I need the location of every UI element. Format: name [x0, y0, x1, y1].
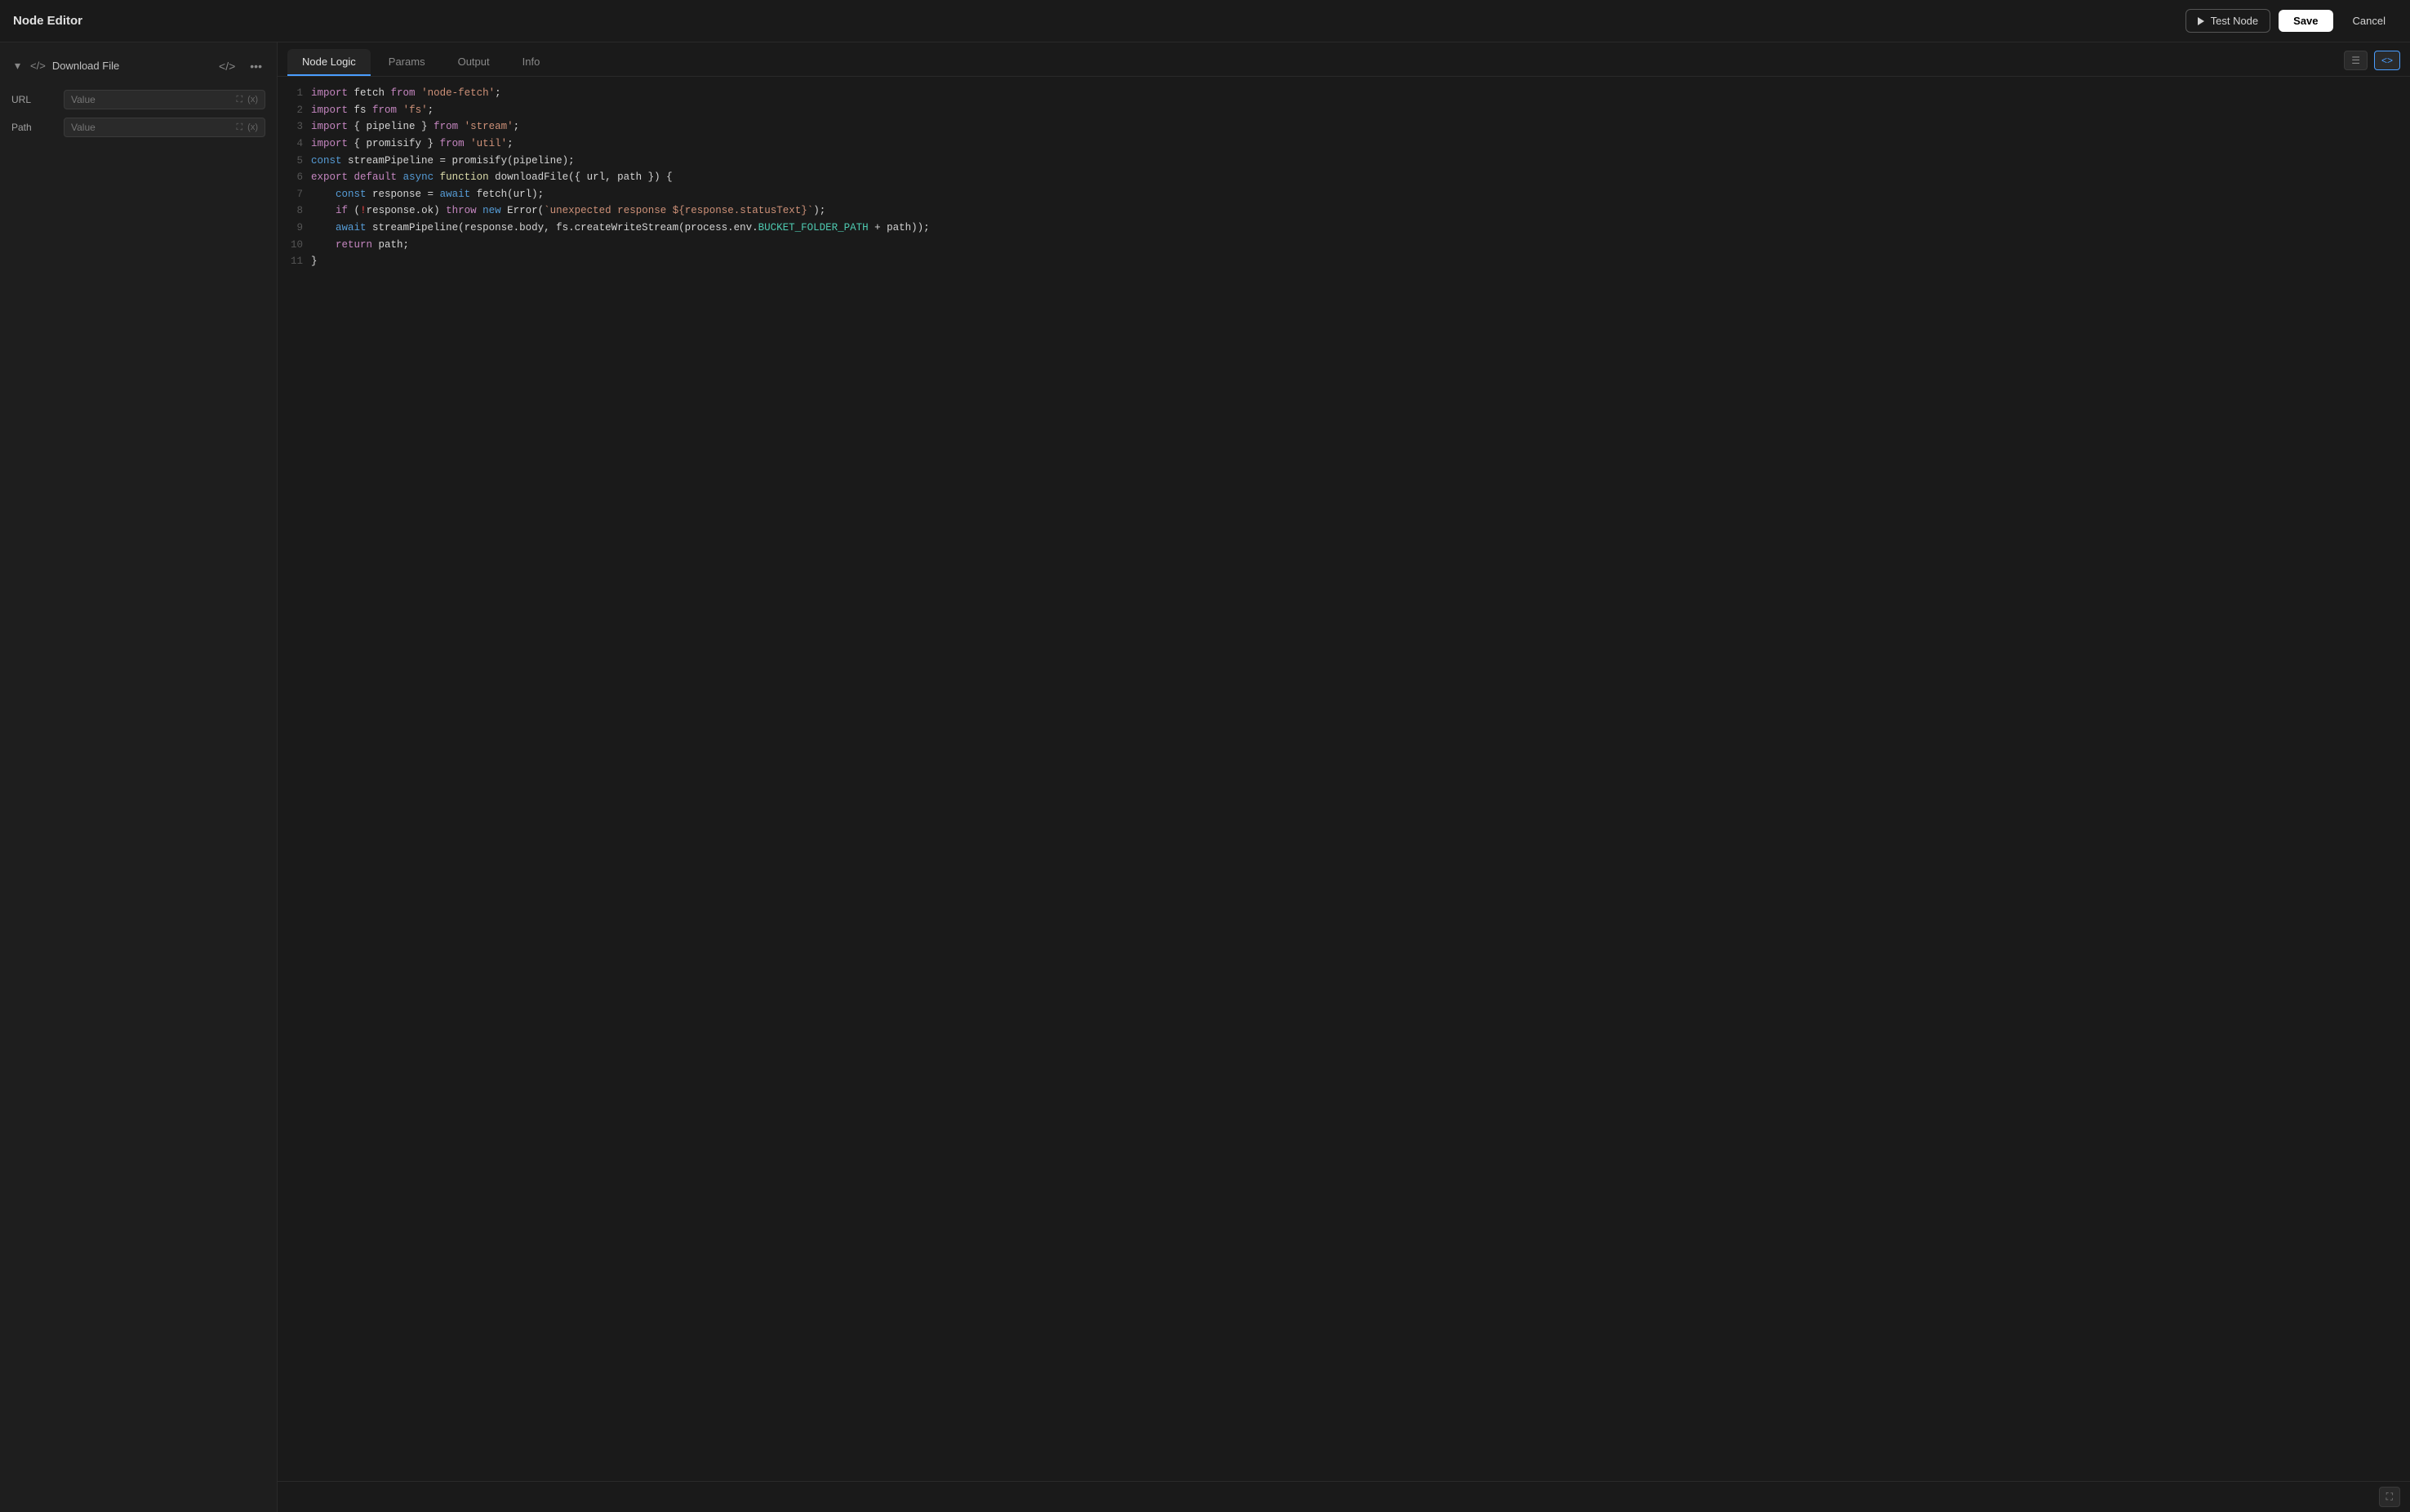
node-name: Download File — [52, 60, 119, 72]
expand-icon-url[interactable]: ⛶ — [236, 95, 242, 105]
sidebar-more-btn[interactable]: ••• — [247, 58, 265, 74]
code-line: import { pipeline } from 'stream'; — [311, 118, 2410, 136]
code-line: return path; — [311, 237, 2410, 254]
code-line: export default async function downloadFi… — [311, 169, 2410, 186]
code-line: await streamPipeline(response.body, fs.c… — [311, 220, 2410, 237]
url-input[interactable] — [71, 94, 231, 105]
path-input-wrapper: ⛶ (x) — [64, 118, 265, 137]
code-icon: </> — [30, 60, 46, 72]
line-number: 9 — [291, 220, 303, 237]
line-number: 6 — [291, 169, 303, 186]
line-number: 2 — [291, 102, 303, 119]
tab-output[interactable]: Output — [443, 49, 505, 76]
line-number: 4 — [291, 136, 303, 153]
code-line: } — [311, 253, 2410, 270]
sidebar-node-right: </> ••• — [216, 58, 265, 74]
main-layout: ▾ </> Download File </> ••• URL ⛶ (x) Pa… — [0, 42, 2410, 1512]
line-number: 1 — [291, 85, 303, 102]
code-line: if (!response.ok) throw new Error(`unexp… — [311, 202, 2410, 220]
sidebar-node-left: ▾ </> Download File — [11, 57, 119, 74]
sidebar: ▾ </> Download File </> ••• URL ⛶ (x) Pa… — [0, 42, 278, 1512]
editor-bottom-bar: ⛶ — [278, 1481, 2410, 1512]
clear-icon-url[interactable]: (x) — [247, 95, 258, 105]
code-line: import fetch from 'node-fetch'; — [311, 85, 2410, 102]
line-number: 5 — [291, 153, 303, 170]
header-actions: Test Node Save Cancel — [2185, 9, 2397, 33]
code-line: const response = await fetch(url); — [311, 186, 2410, 203]
code-content[interactable]: import fetch from 'node-fetch';import fs… — [311, 85, 2410, 1473]
path-param-row: Path ⛶ (x) — [0, 113, 277, 141]
tab-bar-right: ☰ <> — [2344, 51, 2400, 75]
test-node-button[interactable]: Test Node — [2185, 9, 2271, 33]
clear-icon-path[interactable]: (x) — [247, 122, 258, 132]
line-number: 10 — [291, 237, 303, 254]
fullscreen-btn[interactable]: ⛶ — [2379, 1487, 2400, 1507]
save-button[interactable]: Save — [2279, 10, 2332, 32]
code-line: import fs from 'fs'; — [311, 102, 2410, 119]
url-param-row: URL ⛶ (x) — [0, 86, 277, 113]
code-line: const streamPipeline = promisify(pipelin… — [311, 153, 2410, 170]
app-title: Node Editor — [13, 14, 82, 28]
line-numbers: 1234567891011 — [278, 85, 311, 1473]
line-number: 3 — [291, 118, 303, 136]
url-input-wrapper: ⛶ (x) — [64, 90, 265, 109]
tab-params[interactable]: Params — [374, 49, 440, 76]
editor-area[interactable]: 1234567891011 import fetch from 'node-fe… — [278, 77, 2410, 1481]
cancel-button[interactable]: Cancel — [2341, 10, 2397, 32]
tab-node-logic[interactable]: Node Logic — [287, 49, 371, 76]
view-panel-btn[interactable]: ☰ — [2344, 51, 2368, 70]
right-panel: Node Logic Params Output Info ☰ <> 12345… — [278, 42, 2410, 1512]
code-line: import { promisify } from 'util'; — [311, 136, 2410, 153]
tab-info[interactable]: Info — [508, 49, 555, 76]
path-input[interactable] — [71, 122, 231, 133]
sidebar-code-btn[interactable]: </> — [216, 58, 238, 74]
tab-bar: Node Logic Params Output Info ☰ <> — [278, 42, 2410, 77]
line-number: 8 — [291, 202, 303, 220]
tab-list: Node Logic Params Output Info — [287, 49, 554, 76]
collapse-icon[interactable]: ▾ — [11, 57, 24, 74]
sidebar-node-header: ▾ </> Download File </> ••• — [0, 52, 277, 79]
line-number: 7 — [291, 186, 303, 203]
url-label: URL — [11, 94, 57, 105]
path-label: Path — [11, 122, 57, 133]
expand-icon-path[interactable]: ⛶ — [236, 122, 242, 133]
line-number: 11 — [291, 253, 303, 270]
play-icon — [2198, 17, 2204, 25]
header: Node Editor Test Node Save Cancel — [0, 0, 2410, 42]
view-code-btn[interactable]: <> — [2374, 51, 2400, 70]
